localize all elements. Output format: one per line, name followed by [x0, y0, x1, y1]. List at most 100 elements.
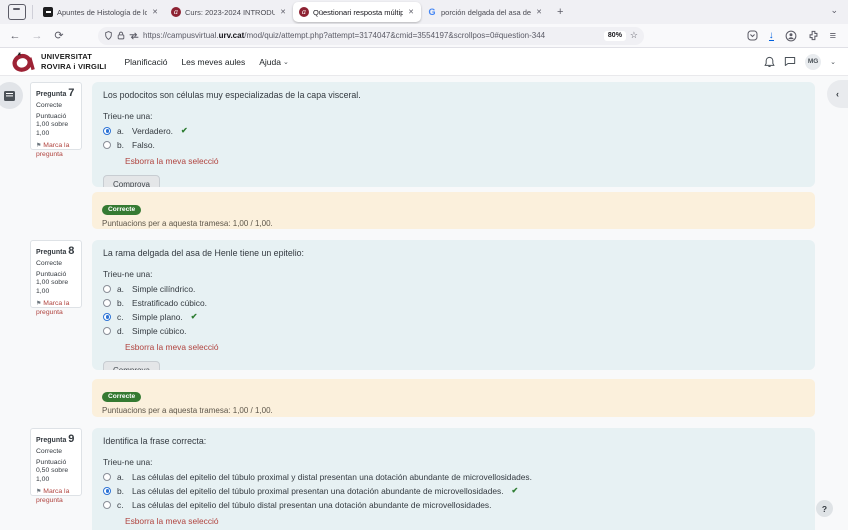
question-state: Correcte — [36, 102, 76, 109]
url-bar[interactable]: https://campusvirtual.urv.cat/mod/quiz/a… — [98, 27, 644, 45]
option-c[interactable]: c. Simple plano. ✔ — [103, 312, 804, 321]
question-mark-icon: ? — [822, 504, 827, 514]
browser-tab-strip: Apuntes de Histología de los Ó ✕ a Curs:… — [0, 0, 848, 24]
question-grade: Puntuació 0,50 sobre 1,00 — [36, 459, 76, 484]
question-state: Correcte — [36, 260, 76, 267]
question-label: Pregunta — [36, 91, 66, 98]
clear-selection-link[interactable]: Esborra la meva selecció — [125, 342, 804, 352]
close-icon[interactable]: ✕ — [535, 8, 543, 16]
check-button[interactable]: Comprova — [103, 175, 160, 187]
flag-icon: ⚑ — [36, 301, 41, 307]
zoom-level-badge[interactable]: 80% — [604, 31, 626, 41]
answer-prompt: Trieu-ne una: — [103, 457, 804, 467]
radio-icon[interactable] — [103, 473, 111, 481]
permissions-swap-icon[interactable] — [129, 32, 139, 40]
back-button[interactable]: ← — [4, 30, 26, 42]
flag-question-link[interactable]: Marca la pregunta — [36, 142, 69, 158]
option-b[interactable]: b. Las células del epitelio del túbulo p… — [103, 486, 804, 495]
answer-prompt: Trieu-ne una: — [103, 269, 804, 279]
radio-icon[interactable] — [103, 327, 111, 335]
bookmark-star-icon[interactable]: ☆ — [630, 30, 638, 41]
question-number: 8 — [68, 245, 74, 257]
app-menu-icon[interactable]: ≡ — [830, 30, 836, 42]
flag-question-link[interactable]: Marca la pregunta — [36, 488, 69, 504]
nav-ajuda[interactable]: Ajuda⌄ — [259, 57, 289, 67]
nav-les-meves-aules[interactable]: Les meves aules — [181, 57, 245, 67]
extensions-icon[interactable] — [808, 30, 819, 41]
question9-info: Pregunta 9 Correcte Puntuació 0,50 sobre… — [30, 428, 82, 496]
url-text: https://campusvirtual.urv.cat/mod/quiz/a… — [143, 31, 600, 40]
question-grade: Puntuació 1,00 sobre 1,00 — [36, 113, 76, 138]
radio-icon[interactable] — [103, 501, 111, 509]
question8-info: Pregunta 8 Correcte Puntuació 1,00 sobre… — [30, 240, 82, 308]
tab-apuntes[interactable]: Apuntes de Histología de los Ó ✕ — [37, 2, 165, 22]
chevron-left-icon: ‹ — [836, 89, 839, 99]
option-a[interactable]: a. Verdadero. ✔ — [103, 126, 804, 135]
tab-curs[interactable]: a Curs: 2023-2024 INTRODUCCI ✕ — [165, 2, 293, 22]
correct-check-icon: ✔ — [512, 486, 519, 495]
nav-planificacio[interactable]: Planificació — [124, 57, 167, 67]
clear-selection-link[interactable]: Esborra la meva selecció — [125, 516, 804, 526]
close-icon[interactable]: ✕ — [279, 8, 287, 16]
tracking-shield-icon[interactable] — [104, 31, 113, 40]
new-tab-button[interactable]: + — [557, 6, 563, 18]
reload-button[interactable]: ⟳ — [48, 29, 70, 42]
radio-icon[interactable] — [103, 299, 111, 307]
option-d[interactable]: d. Simple cúbico. — [103, 326, 804, 335]
radio-selected-icon[interactable] — [103, 313, 111, 321]
radio-selected-icon[interactable] — [103, 127, 111, 135]
question7-card: Los podocitos son células muy especializ… — [92, 82, 815, 187]
urv-logo[interactable]: UNIVERSITAT ROVIRA i VIRGILI — [10, 51, 106, 73]
google-icon: G — [427, 7, 437, 17]
tab-title: porción delgada del asa de He — [441, 8, 531, 17]
campus-red-icon: a — [299, 7, 309, 17]
forward-button[interactable]: → — [26, 30, 48, 42]
urv-logo-icon — [10, 51, 36, 73]
radio-icon[interactable] — [103, 285, 111, 293]
question-text: Los podocitos son células muy especializ… — [103, 90, 804, 100]
account-icon[interactable] — [785, 30, 797, 42]
notes-dark-icon — [43, 7, 53, 17]
quiz-page: ‹ Pregunta 7 Correcte Puntuació 1,00 sob… — [0, 76, 848, 530]
firefox-view-icon[interactable] — [8, 4, 26, 20]
option-a[interactable]: a. Simple cilíndrico. — [103, 284, 804, 293]
close-icon[interactable]: ✕ — [407, 8, 415, 16]
option-c[interactable]: c. Las células del epitelio del túbulo d… — [103, 500, 804, 509]
course-index-toggle[interactable] — [0, 82, 23, 109]
question9-card: Identifica la frase correcta: Trieu-ne u… — [92, 428, 815, 530]
flag-icon: ⚑ — [36, 143, 41, 149]
tab-overflow-icon[interactable]: ⌄ — [830, 5, 838, 16]
question-state: Correcte — [36, 448, 76, 455]
lock-icon[interactable] — [117, 31, 125, 40]
notifications-bell-icon[interactable] — [764, 56, 775, 68]
question8-feedback: Correcte Puntuacions per a aquesta trame… — [92, 379, 815, 417]
messages-chat-icon[interactable] — [784, 56, 796, 67]
question-grade: Puntuació 1,00 sobre 1,00 — [36, 271, 76, 296]
pocket-icon[interactable] — [747, 30, 758, 41]
question-text: Identifica la frase correcta: — [103, 436, 804, 446]
option-a[interactable]: a. Las células del epitelio del túbulo p… — [103, 472, 804, 481]
correct-check-icon: ✔ — [191, 312, 198, 321]
close-icon[interactable]: ✕ — [151, 8, 159, 16]
tab-google-search[interactable]: G porción delgada del asa de He ✕ — [421, 2, 549, 22]
user-menu-chevron-icon[interactable]: ⌄ — [830, 58, 836, 66]
option-b[interactable]: b. Falso. — [103, 140, 804, 149]
clear-selection-link[interactable]: Esborra la meva selecció — [125, 156, 804, 166]
user-avatar[interactable]: MG — [805, 54, 821, 70]
help-button[interactable]: ? — [816, 500, 833, 517]
option-b[interactable]: b. Estratificado cúbico. — [103, 298, 804, 307]
question7-feedback: Correcte Puntuacions per a aquesta trame… — [92, 192, 815, 229]
radio-icon[interactable] — [103, 141, 111, 149]
course-index-icon — [4, 91, 15, 101]
blocks-drawer-toggle[interactable]: ‹ — [827, 80, 848, 108]
check-button[interactable]: Comprova — [103, 361, 160, 370]
answer-prompt: Trieu-ne una: — [103, 111, 804, 121]
tab-questionari-active[interactable]: a Qüestionari resposta múltiple: E ✕ — [293, 2, 421, 22]
tab-title: Curs: 2023-2024 INTRODUCCI — [185, 8, 275, 17]
flag-icon: ⚑ — [36, 489, 41, 495]
flag-question-link[interactable]: Marca la pregunta — [36, 300, 69, 316]
downloads-icon[interactable]: ↓ — [769, 31, 774, 41]
header-actions: MG ⌄ — [764, 54, 836, 70]
radio-selected-icon[interactable] — [103, 487, 111, 495]
question-number: 7 — [68, 87, 74, 99]
